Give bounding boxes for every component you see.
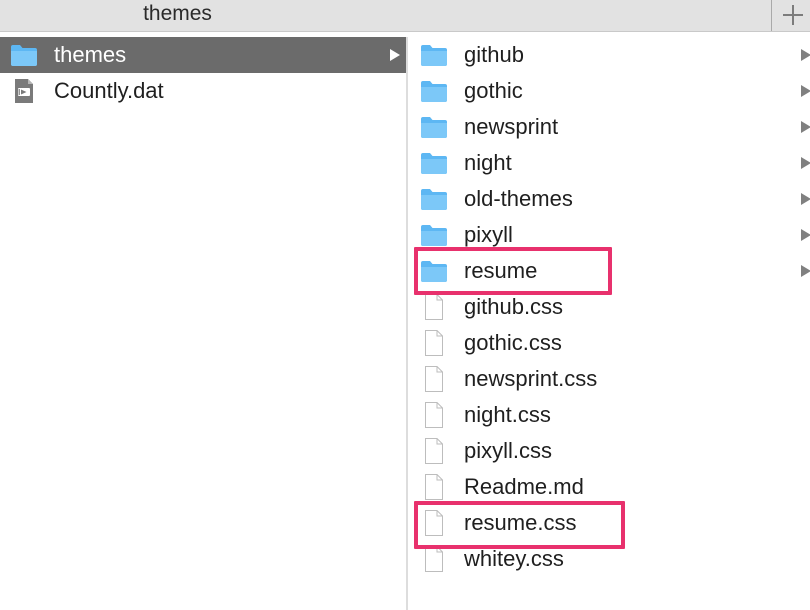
item-label: themes — [54, 42, 127, 67]
item-label: gothic.css — [464, 330, 562, 355]
list-item[interactable]: gothic.css — [408, 325, 810, 361]
document-icon — [425, 366, 443, 392]
highlight-box-resume-css — [414, 501, 625, 549]
disclosure-arrow-icon — [390, 49, 400, 61]
item-label: night.css — [464, 402, 551, 427]
document-icon — [425, 402, 443, 428]
list-item[interactable]: night.css — [408, 397, 810, 433]
left-column: themes Countly.dat — [0, 37, 406, 610]
document-icon — [425, 474, 443, 500]
title-bar: themes — [0, 0, 810, 32]
item-label: gothic — [464, 78, 523, 103]
folder-icon — [421, 81, 447, 102]
item-label: Countly.dat — [54, 78, 164, 103]
disclosure-arrow-icon — [801, 193, 810, 205]
disclosure-arrow-icon — [801, 157, 810, 169]
list-item[interactable]: pixyll.css — [408, 433, 810, 469]
item-label: newsprint — [464, 114, 559, 139]
disclosure-arrow-icon — [801, 229, 810, 241]
folder-icon — [11, 45, 37, 66]
list-item[interactable]: newsprint.css — [408, 361, 810, 397]
list-item[interactable]: gothic — [408, 73, 810, 109]
list-item-countly-dat[interactable]: Countly.dat — [0, 73, 406, 109]
list-item[interactable]: github — [408, 37, 810, 73]
plus-icon[interactable] — [772, 0, 810, 31]
document-icon — [425, 294, 443, 320]
disclosure-arrow-icon — [801, 85, 810, 97]
item-label: old-themes — [464, 186, 573, 211]
document-icon — [425, 438, 443, 464]
item-label: newsprint.css — [464, 366, 598, 391]
folder-icon — [421, 153, 447, 174]
item-label: Readme.md — [464, 474, 584, 499]
folder-icon — [421, 45, 447, 66]
document-icon — [425, 330, 443, 356]
item-label: night — [464, 150, 512, 175]
highlight-box-resume-folder — [414, 247, 612, 295]
list-item-themes[interactable]: themes — [0, 37, 406, 73]
document-icon — [425, 546, 443, 572]
disclosure-arrow-icon — [801, 121, 810, 133]
list-item[interactable]: old-themes — [408, 181, 810, 217]
item-label: pixyll.css — [464, 438, 553, 463]
folder-icon — [421, 225, 447, 246]
video-file-icon — [15, 79, 33, 103]
list-item[interactable]: newsprint — [408, 109, 810, 145]
list-item[interactable]: night — [408, 145, 810, 181]
disclosure-arrow-icon — [801, 265, 810, 277]
folder-icon — [421, 117, 447, 138]
disclosure-arrow-icon — [801, 49, 810, 61]
folder-icon — [421, 189, 447, 210]
window-title: themes — [143, 2, 212, 25]
list-item[interactable]: Readme.md — [408, 469, 810, 505]
item-label: github — [464, 42, 524, 67]
